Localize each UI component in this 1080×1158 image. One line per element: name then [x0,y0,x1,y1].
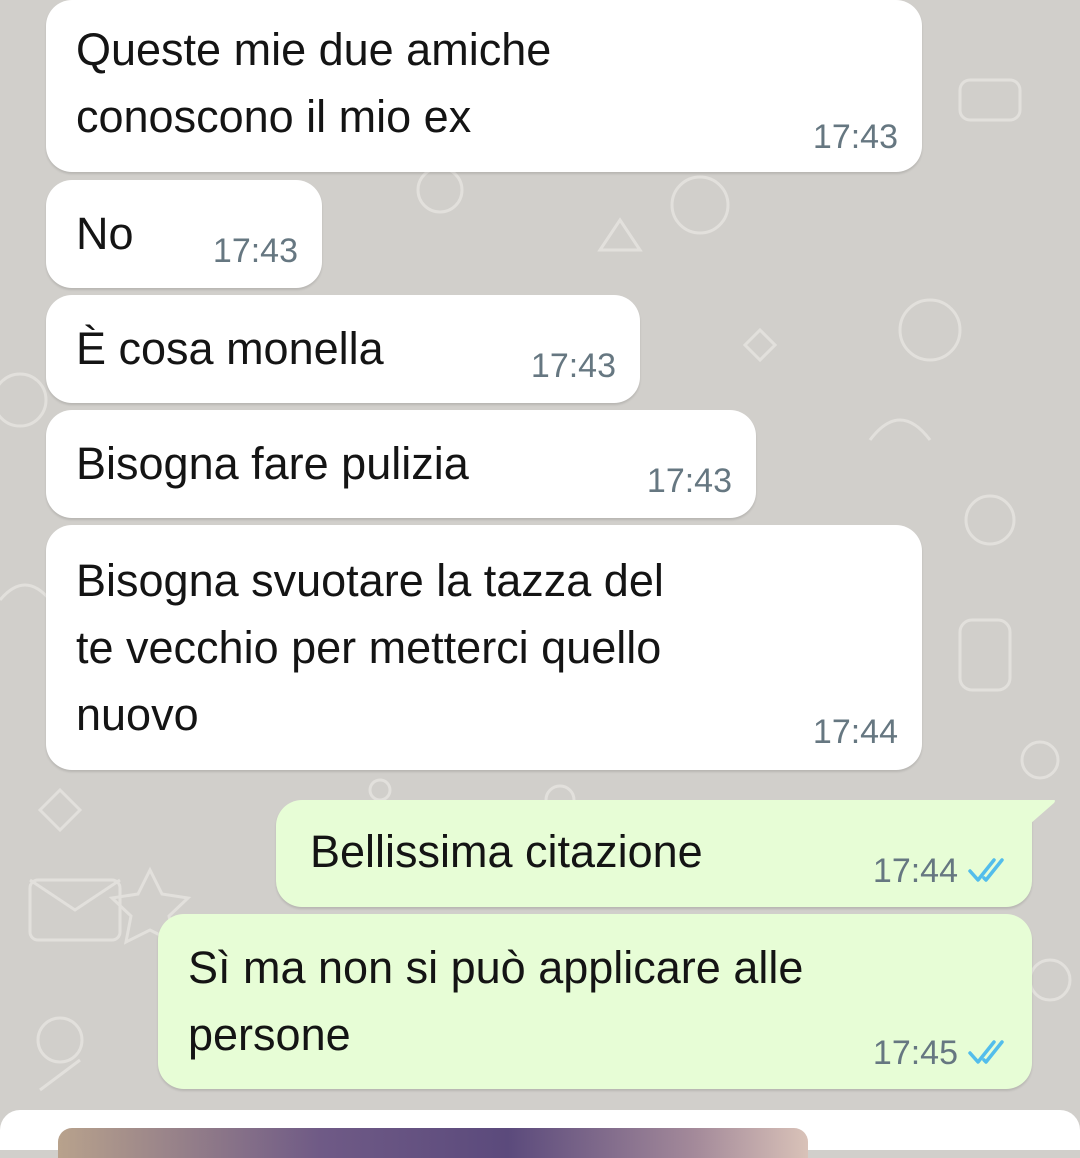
message-bubble-incoming[interactable]: È cosa monella 17:43 [46,295,640,403]
message-text: È cosa monella [76,323,384,374]
message-text: No [76,208,134,259]
message-bubble-incoming[interactable]: Queste mie due amiche conoscono il mio e… [46,0,922,172]
message-timestamp: 17:43 [812,118,898,156]
message-bubble-outgoing[interactable]: Bellissima citazione 17:44 [276,800,1032,907]
message-timestamp: 17:43 [212,232,298,270]
message-bubble-incoming[interactable]: Bisogna svuotare la tazza del te vecchio… [46,525,922,770]
message-timestamp: 17:44 [812,713,898,751]
message-image-thumbnail[interactable] [58,1128,808,1158]
message-text: Bisogna svuotare la tazza del te vecchio… [76,555,664,740]
message-timestamp: 17:43 [530,347,616,385]
message-timestamp: 17:44 [872,852,958,890]
message-text: Queste mie due amiche conoscono il mio e… [76,24,552,142]
message-bubble-outgoing[interactable]: Sì ma non si può applicare alle persone … [158,914,1032,1089]
message-text: Sì ma non si può applicare alle persone [188,942,804,1060]
message-timestamp: 17:45 [872,1034,958,1072]
double-check-read-icon [968,858,1004,882]
message-bubble-incoming[interactable]: Bisogna fare pulizia 17:43 [46,410,756,518]
message-bubble-incoming[interactable]: No 17:43 [46,180,322,288]
double-check-read-icon [968,1040,1004,1064]
bubble-tail [1030,800,1055,824]
message-text: Bisogna fare pulizia [76,438,469,489]
message-text: Bellissima citazione [310,826,703,877]
message-timestamp: 17:43 [646,462,732,500]
